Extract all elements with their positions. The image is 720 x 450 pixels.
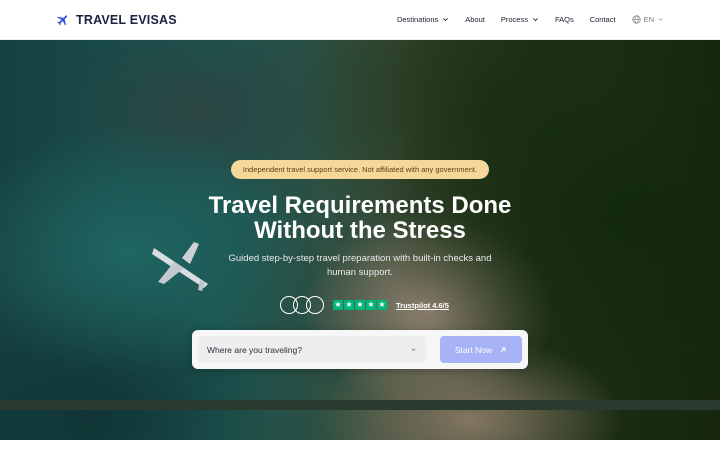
chevron-down-icon	[533, 18, 538, 22]
nav-destinations-label: Destinations	[396, 15, 439, 24]
brand-logo[interactable]: TRAVEL EVISAS	[56, 13, 177, 27]
start-now-label: Start Now	[454, 344, 493, 355]
chevron-down-icon	[443, 18, 449, 22]
nav-contact[interactable]: Contact	[590, 15, 616, 24]
avatar-group	[280, 296, 324, 314]
disclaimer-badge: Independent travel support service. Not …	[231, 160, 489, 179]
rating-stars: ★ ★ ★ ★ ★	[333, 300, 387, 310]
nav-process[interactable]: Process	[501, 15, 539, 24]
airplane-icon	[57, 14, 68, 25]
star-icon: ★	[377, 300, 387, 310]
hero-title: Travel Requirements Done Without the Str…	[160, 193, 560, 243]
nav-contact-label: Contact	[589, 15, 616, 24]
globe-icon	[631, 15, 641, 24]
chevron-down-icon	[658, 18, 663, 21]
star-icon: ★	[344, 300, 354, 310]
nav-faqs[interactable]: FAQs	[555, 15, 574, 24]
nav-process-label: Process	[500, 15, 528, 24]
nav-faqs-label: FAQs	[554, 15, 574, 24]
star-icon: ★	[333, 300, 343, 310]
hero-title-line-1: Travel Requirements Done	[208, 192, 512, 219]
hero-subtitle-line-2: human support.	[326, 267, 393, 278]
language-label: EN	[643, 15, 654, 24]
brand-name: TRAVEL EVISAS	[76, 12, 177, 27]
star-icon: ★	[366, 300, 376, 310]
hero-title-line-2: Without the Stress	[254, 217, 466, 244]
main-nav: Destinations About Process FAQs Contact …	[397, 15, 664, 24]
destination-select-placeholder: Where are you traveling?	[207, 344, 302, 355]
airplane-photo	[152, 242, 208, 291]
nav-about[interactable]: About	[465, 15, 485, 24]
destination-search: Where are you traveling? Start Now	[192, 330, 528, 369]
arrow-up-right-icon	[500, 347, 506, 352]
destination-select[interactable]: Where are you traveling?	[198, 336, 426, 363]
section-divider	[0, 400, 720, 410]
hero-subtitle: Guided step-by-step travel preparation w…	[220, 252, 500, 280]
nav-about-label: About	[465, 15, 485, 24]
language-selector[interactable]: EN	[631, 15, 664, 24]
chevron-down-icon	[411, 348, 416, 352]
hero-subtitle-line-1: Guided step-by-step travel preparation w…	[228, 253, 492, 264]
star-icon: ★	[355, 300, 365, 310]
start-now-button[interactable]: Start Now	[440, 336, 522, 363]
nav-destinations[interactable]: Destinations	[397, 15, 449, 24]
trustpilot-link[interactable]: Trustpilot 4.6/5	[396, 301, 449, 310]
hero-section: Independent travel support service. Not …	[0, 40, 720, 440]
avatar	[306, 296, 324, 314]
rating-row: ★ ★ ★ ★ ★ Trustpilot 4.6/5	[280, 296, 449, 314]
site-header: TRAVEL EVISAS Destinations About Process…	[0, 0, 720, 40]
